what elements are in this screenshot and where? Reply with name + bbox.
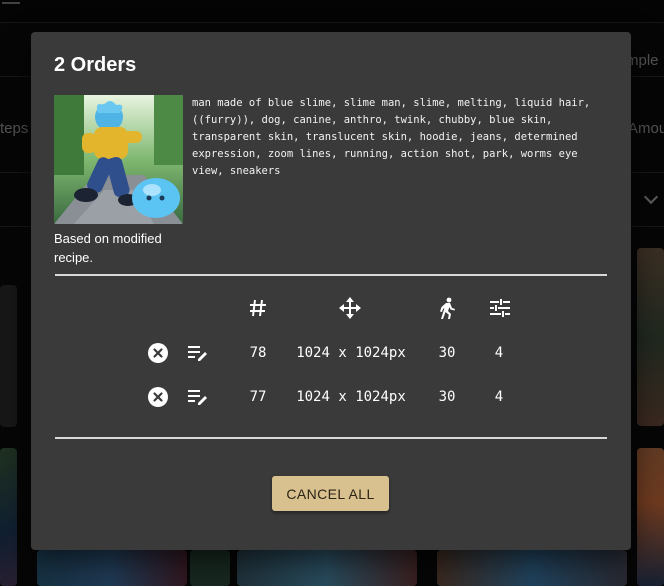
bottom-divider <box>55 437 607 439</box>
cancel-all-button[interactable]: CANCEL ALL <box>272 476 389 511</box>
dialog-title: 2 Orders <box>54 54 137 76</box>
running-person-icon <box>437 297 457 324</box>
cancel-order-icon[interactable] <box>148 343 168 368</box>
top-divider <box>55 274 607 276</box>
edit-order-icon[interactable] <box>188 389 208 410</box>
prompt-text: man made of blue slime, slime man, slime… <box>192 97 591 177</box>
order-size: 1024 x 1024px <box>296 389 406 405</box>
recipe-note: Based on modified recipe. <box>54 231 162 265</box>
order-settings: 4 <box>494 345 504 361</box>
tune-sliders-icon <box>490 299 510 322</box>
order-settings: 4 <box>494 389 504 405</box>
order-count: 77 <box>249 389 267 405</box>
order-steps: 30 <box>438 345 456 361</box>
cancel-order-icon[interactable] <box>148 387 168 412</box>
edit-order-icon[interactable] <box>188 345 208 366</box>
orders-dialog: 2 Orders man made of blue slime, slime m… <box>31 32 631 550</box>
preview-image <box>54 95 183 224</box>
hash-icon <box>248 298 268 323</box>
order-steps: 30 <box>438 389 456 405</box>
order-count: 78 <box>249 345 267 361</box>
move-arrows-icon <box>339 297 361 324</box>
order-size: 1024 x 1024px <box>296 345 406 361</box>
